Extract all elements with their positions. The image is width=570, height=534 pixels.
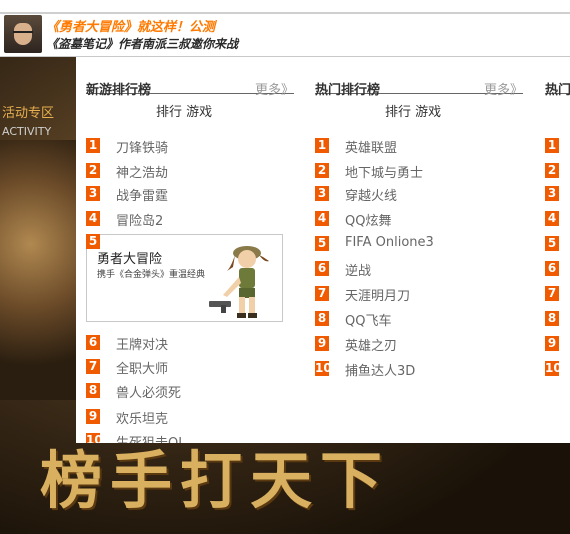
game-name[interactable]: QQ飞车 [345, 310, 391, 329]
game-name[interactable]: 地下城与勇士 [345, 162, 423, 181]
featured-game-title[interactable]: 勇者大冒险 [97, 248, 162, 267]
game-name[interactable]: QQ炫舞 [345, 210, 391, 229]
rank-badge: 1 [86, 138, 100, 153]
rank-badge: 6 [545, 261, 559, 276]
column-title: 热门排行榜 [315, 83, 381, 98]
background-statue [0, 140, 76, 400]
rank-badge: 9 [86, 409, 100, 424]
game-name[interactable]: 穿越火线 [345, 185, 397, 204]
banner-subline[interactable]: 《盗墓笔记》作者南派三叔邀你来战 [46, 35, 238, 52]
rank-badge: 1 [315, 138, 329, 153]
rank-badge: 1 [545, 138, 559, 153]
game-name[interactable]: FIFA Onlione3 [345, 235, 434, 250]
column-title: 热门 [545, 83, 570, 98]
column-subheader: 排行 游戏 [156, 105, 213, 120]
top-divider [0, 12, 570, 14]
game-name[interactable]: 兽人必须死 [116, 382, 181, 401]
banner-headline[interactable]: 《勇者大冒险》就这样！公测 [46, 16, 215, 35]
game-name[interactable]: 英雄联盟 [345, 137, 397, 156]
author-avatar [4, 15, 42, 53]
column-header: 热门 [545, 79, 570, 98]
game-name[interactable]: 冒险岛2 [116, 210, 163, 229]
game-name[interactable]: 王牌对决 [116, 334, 168, 353]
game-name[interactable]: 欢乐坦克 [116, 408, 168, 427]
game-name[interactable]: 刀锋铁骑 [116, 137, 168, 156]
game-name[interactable]: 战争雷霆 [116, 185, 168, 204]
featured-game-desc: 携手《合金弹头》重温经典 [97, 270, 206, 280]
rank-badge: 8 [86, 383, 100, 398]
rank-badge: 9 [315, 336, 329, 351]
rank-badge: 4 [315, 211, 329, 226]
column-header: 新游排行榜 更多》 [86, 79, 294, 98]
rank-badge: 6 [86, 335, 100, 350]
column-title: 新游排行榜 [86, 83, 152, 98]
rank-badge: 4 [545, 211, 559, 226]
rank-badge: 3 [545, 186, 559, 201]
more-link[interactable]: 更多》 [255, 79, 294, 98]
game-name[interactable]: 逆战 [345, 260, 371, 279]
activity-zone-label[interactable]: 活动专区 [2, 102, 54, 121]
rank-badge: 3 [315, 186, 329, 201]
rank-badge: 4 [86, 211, 100, 226]
rank-badge: 7 [545, 286, 559, 301]
background-calligraphy: 榜手打天下 [40, 444, 391, 517]
promo-banner[interactable]: 《勇者大冒险》就这样！公测 《盗墓笔记》作者南派三叔邀你来战 [0, 0, 570, 57]
rank-badge: 5 [86, 234, 100, 249]
game-name[interactable]: 捕鱼达人3D [345, 360, 415, 379]
rank-badge: 2 [315, 163, 329, 178]
game-name[interactable]: 神之浩劫 [116, 162, 168, 181]
activity-label: ACTIVITY [2, 125, 52, 138]
rank-badge: 8 [315, 311, 329, 326]
rank-badge: 10 [315, 361, 332, 376]
game-name[interactable]: 天涯明月刀 [345, 285, 410, 304]
column-header: 热门排行榜 更多》 [315, 79, 523, 98]
rank-badge: 7 [315, 286, 329, 301]
game-name[interactable]: 生死狙击OL [116, 432, 185, 443]
rank-badge: 5 [545, 236, 559, 251]
game-name[interactable]: 全职大师 [116, 358, 168, 377]
rank-badge: 5 [315, 236, 329, 251]
column-subheader: 排行 游戏 [385, 105, 442, 120]
featured-game-art [209, 246, 269, 318]
rank-badge: 10 [545, 361, 562, 376]
game-name[interactable]: 英雄之刃 [345, 335, 397, 354]
rank-badge: 10 [86, 433, 103, 443]
rank-badge: 2 [545, 163, 559, 178]
more-link[interactable]: 更多》 [484, 79, 523, 98]
avatar-glasses [13, 31, 33, 37]
rank-badge: 2 [86, 163, 100, 178]
rank-badge: 8 [545, 311, 559, 326]
featured-game-card[interactable]: 5 勇者大冒险 携手《合金弹头》重温经典 [86, 234, 283, 322]
rank-badge: 6 [315, 261, 329, 276]
rank-badge: 7 [86, 359, 100, 374]
rank-badge: 9 [545, 336, 559, 351]
rank-badge: 3 [86, 186, 100, 201]
rankings-panel: 新游排行榜 更多》 排行 游戏 1 刀锋铁骑 2 神之浩劫 3 战争雷霆 4 冒险岛2 … [76, 57, 570, 443]
